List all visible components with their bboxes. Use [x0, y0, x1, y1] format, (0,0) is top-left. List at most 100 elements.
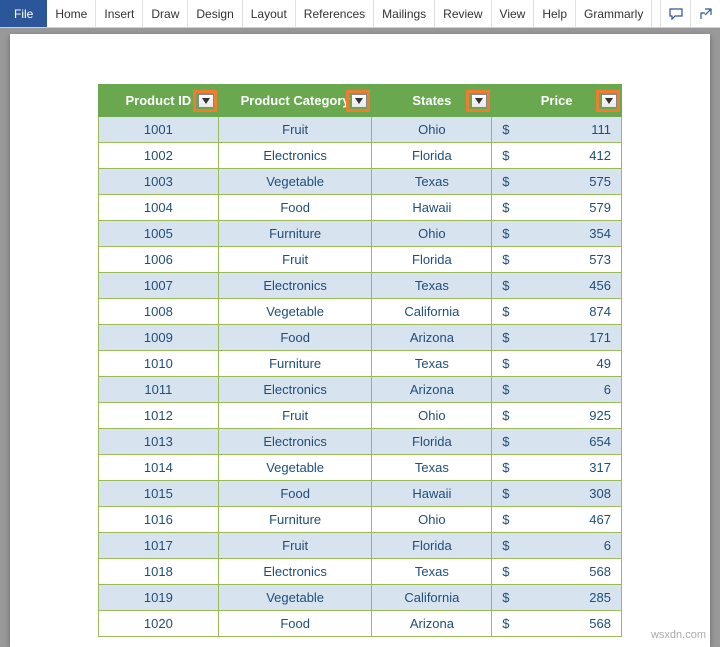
- cell-id[interactable]: 1017: [99, 533, 219, 559]
- filter-dropdown-icon[interactable]: [198, 94, 214, 108]
- tab-file[interactable]: File: [0, 0, 47, 27]
- cell-cat[interactable]: Fruit: [218, 117, 372, 143]
- tab-help[interactable]: Help: [534, 0, 576, 27]
- cell-id[interactable]: 1020: [99, 611, 219, 637]
- filter-dropdown-icon[interactable]: [601, 94, 617, 108]
- cell-state[interactable]: Ohio: [372, 221, 492, 247]
- cell-id[interactable]: 1016: [99, 507, 219, 533]
- cell-cat[interactable]: Electronics: [218, 273, 372, 299]
- cell-state[interactable]: Texas: [372, 273, 492, 299]
- cell-id[interactable]: 1002: [99, 143, 219, 169]
- table-row[interactable]: 1006FruitFlorida$573: [99, 247, 622, 273]
- comments-button[interactable]: [660, 0, 690, 27]
- cell-price[interactable]: $654: [492, 429, 622, 455]
- cell-id[interactable]: 1012: [99, 403, 219, 429]
- share-button[interactable]: [690, 0, 720, 27]
- table-row[interactable]: 1012FruitOhio$925: [99, 403, 622, 429]
- table-row[interactable]: 1011ElectronicsArizona$6: [99, 377, 622, 403]
- cell-state[interactable]: Arizona: [372, 325, 492, 351]
- cell-id[interactable]: 1005: [99, 221, 219, 247]
- cell-price[interactable]: $6: [492, 533, 622, 559]
- cell-id[interactable]: 1019: [99, 585, 219, 611]
- cell-state[interactable]: Texas: [372, 455, 492, 481]
- table-row[interactable]: 1015FoodHawaii$308: [99, 481, 622, 507]
- cell-state[interactable]: Florida: [372, 533, 492, 559]
- cell-id[interactable]: 1018: [99, 559, 219, 585]
- cell-cat[interactable]: Vegetable: [218, 299, 372, 325]
- cell-state[interactable]: Texas: [372, 351, 492, 377]
- cell-state[interactable]: California: [372, 299, 492, 325]
- table-row[interactable]: 1016FurnitureOhio$467: [99, 507, 622, 533]
- cell-cat[interactable]: Electronics: [218, 429, 372, 455]
- cell-id[interactable]: 1001: [99, 117, 219, 143]
- cell-cat[interactable]: Fruit: [218, 533, 372, 559]
- table-row[interactable]: 1014VegetableTexas$317: [99, 455, 622, 481]
- tab-insert[interactable]: Insert: [96, 0, 143, 27]
- cell-cat[interactable]: Furniture: [218, 507, 372, 533]
- filter-dropdown-icon[interactable]: [351, 94, 367, 108]
- cell-id[interactable]: 1004: [99, 195, 219, 221]
- cell-state[interactable]: Ohio: [372, 507, 492, 533]
- cell-price[interactable]: $317: [492, 455, 622, 481]
- cell-price[interactable]: $6: [492, 377, 622, 403]
- cell-state[interactable]: Hawaii: [372, 481, 492, 507]
- cell-cat[interactable]: Electronics: [218, 559, 372, 585]
- filter-dropdown-icon[interactable]: [471, 94, 487, 108]
- table-row[interactable]: 1003VegetableTexas$575: [99, 169, 622, 195]
- cell-cat[interactable]: Vegetable: [218, 455, 372, 481]
- cell-state[interactable]: California: [372, 585, 492, 611]
- cell-cat[interactable]: Food: [218, 611, 372, 637]
- cell-id[interactable]: 1013: [99, 429, 219, 455]
- cell-price[interactable]: $171: [492, 325, 622, 351]
- cell-cat[interactable]: Electronics: [218, 377, 372, 403]
- table-row[interactable]: 1008VegetableCalifornia$874: [99, 299, 622, 325]
- cell-state[interactable]: Ohio: [372, 117, 492, 143]
- table-row[interactable]: 1007ElectronicsTexas$456: [99, 273, 622, 299]
- table-row[interactable]: 1019VegetableCalifornia$285: [99, 585, 622, 611]
- tab-mailings[interactable]: Mailings: [374, 0, 435, 27]
- tab-home[interactable]: Home: [47, 0, 96, 27]
- table-row[interactable]: 1013ElectronicsFlorida$654: [99, 429, 622, 455]
- cell-price[interactable]: $575: [492, 169, 622, 195]
- cell-price[interactable]: $568: [492, 559, 622, 585]
- cell-price[interactable]: $573: [492, 247, 622, 273]
- cell-cat[interactable]: Electronics: [218, 143, 372, 169]
- cell-state[interactable]: Arizona: [372, 377, 492, 403]
- cell-price[interactable]: $568: [492, 611, 622, 637]
- cell-state[interactable]: Arizona: [372, 611, 492, 637]
- cell-price[interactable]: $874: [492, 299, 622, 325]
- cell-cat[interactable]: Food: [218, 195, 372, 221]
- cell-price[interactable]: $579: [492, 195, 622, 221]
- tab-design[interactable]: Design: [188, 0, 242, 27]
- table-row[interactable]: 1001FruitOhio$111: [99, 117, 622, 143]
- cell-cat[interactable]: Furniture: [218, 351, 372, 377]
- cell-id[interactable]: 1009: [99, 325, 219, 351]
- table-row[interactable]: 1009FoodArizona$171: [99, 325, 622, 351]
- cell-cat[interactable]: Furniture: [218, 221, 372, 247]
- cell-state[interactable]: Florida: [372, 247, 492, 273]
- cell-price[interactable]: $308: [492, 481, 622, 507]
- cell-price[interactable]: $285: [492, 585, 622, 611]
- table-row[interactable]: 1004FoodHawaii$579: [99, 195, 622, 221]
- table-row[interactable]: 1018ElectronicsTexas$568: [99, 559, 622, 585]
- cell-price[interactable]: $467: [492, 507, 622, 533]
- cell-state[interactable]: Texas: [372, 169, 492, 195]
- cell-id[interactable]: 1011: [99, 377, 219, 403]
- table-row[interactable]: 1005FurnitureOhio$354: [99, 221, 622, 247]
- tab-layout[interactable]: Layout: [243, 0, 296, 27]
- cell-state[interactable]: Ohio: [372, 403, 492, 429]
- cell-cat[interactable]: Food: [218, 325, 372, 351]
- cell-price[interactable]: $412: [492, 143, 622, 169]
- cell-price[interactable]: $456: [492, 273, 622, 299]
- cell-id[interactable]: 1003: [99, 169, 219, 195]
- table-row[interactable]: 1020FoodArizona$568: [99, 611, 622, 637]
- cell-id[interactable]: 1007: [99, 273, 219, 299]
- table-row[interactable]: 1010FurnitureTexas$49: [99, 351, 622, 377]
- table-row[interactable]: 1017FruitFlorida$6: [99, 533, 622, 559]
- cell-state[interactable]: Hawaii: [372, 195, 492, 221]
- cell-price[interactable]: $354: [492, 221, 622, 247]
- cell-price[interactable]: $925: [492, 403, 622, 429]
- cell-cat[interactable]: Vegetable: [218, 169, 372, 195]
- cell-id[interactable]: 1014: [99, 455, 219, 481]
- cell-id[interactable]: 1010: [99, 351, 219, 377]
